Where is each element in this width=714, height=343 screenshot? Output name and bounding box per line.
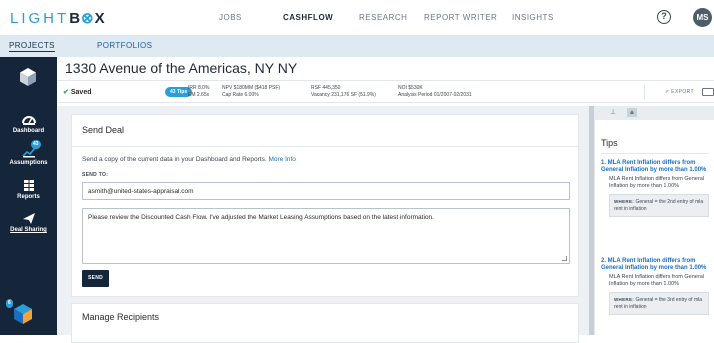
nav-research[interactable]: RESEARCH bbox=[359, 13, 407, 22]
metric-cap-rate: Cap Rate 6.00% bbox=[222, 92, 259, 98]
project-header: 1330 Avenue of the Americas, NY NY ✔ Save… bbox=[57, 57, 714, 106]
metric-noi: NOI $530K bbox=[398, 85, 423, 91]
status-bar: ✔ Saved 43 Tips IRR 8.0% EM 2.65x NPV $18… bbox=[57, 80, 714, 103]
page-title: 1330 Avenue of the Americas, NY NY bbox=[65, 60, 298, 76]
avatar[interactable]: MS bbox=[693, 8, 712, 27]
reports-icon bbox=[23, 180, 34, 191]
help-icon[interactable]: ? bbox=[657, 10, 671, 24]
section-title: Send Deal bbox=[82, 125, 125, 135]
send-button[interactable]: SEND bbox=[82, 270, 109, 287]
metric-irr: IRR 8.0% bbox=[188, 85, 210, 91]
support-widget[interactable]: 6 bbox=[6, 299, 33, 326]
tip-heading[interactable]: 2. MLA Rent Inflation differs from Gener… bbox=[601, 258, 709, 272]
panel-toggle-icon[interactable] bbox=[702, 88, 714, 96]
send-deal-description: Send a copy of the current data in your … bbox=[82, 156, 296, 163]
more-info-link[interactable]: More Info bbox=[268, 156, 295, 163]
email-field[interactable]: asmith@united-states-appraisal.com bbox=[82, 182, 570, 200]
assumptions-badge: 43 bbox=[31, 140, 41, 149]
resize-handle-icon[interactable] bbox=[562, 256, 567, 261]
tips-title: Tips bbox=[601, 138, 618, 148]
nav-insights[interactable]: INSIGHTS bbox=[512, 13, 554, 22]
tab-projects[interactable]: PROJECTS bbox=[9, 41, 55, 50]
nav-jobs[interactable]: JOBS bbox=[219, 13, 242, 22]
tip-body: MLA Rent Inflation differs from General … bbox=[609, 176, 704, 189]
sidebar-item-assumptions[interactable]: Assumptions 43 bbox=[0, 140, 57, 166]
support-badge: 6 bbox=[6, 299, 13, 308]
send-deal-panel: Send Deal Send a copy of the current dat… bbox=[71, 114, 580, 297]
divider bbox=[72, 146, 580, 147]
sub-nav: PROJECTS PORTFOLIOS bbox=[0, 36, 714, 57]
sidebar: Dashboard Assumptions 43 Reports Deal Sh… bbox=[0, 57, 57, 335]
sidebar-label: Deal Sharing bbox=[10, 227, 47, 233]
sidebar-label: Reports bbox=[17, 194, 40, 200]
sidebar-item-reports[interactable]: Reports bbox=[0, 178, 57, 200]
divider bbox=[601, 153, 709, 154]
sidebar-item-deal-sharing[interactable]: Deal Sharing bbox=[0, 211, 57, 233]
sidebar-label: Dashboard bbox=[12, 128, 45, 134]
metric-npv: NPV $180MM ($418 PSF) bbox=[222, 85, 281, 91]
saved-status: ✔ Saved bbox=[63, 89, 92, 96]
tips-toolbar: ⊥ ▲ bbox=[594, 106, 714, 120]
top-nav: LIGHTB⊗X JOBS CASHFLOW RESEARCH REPORT W… bbox=[0, 0, 714, 36]
gauge-icon bbox=[21, 116, 36, 125]
tips-view-icon[interactable]: ▲ bbox=[627, 108, 637, 117]
tip-where: WHERE: General = the 2nd entry of mla re… bbox=[609, 194, 709, 217]
check-icon: ✔ bbox=[63, 89, 69, 96]
nav-cashflow[interactable]: CASHFLOW bbox=[283, 13, 333, 22]
cube-logo-icon[interactable] bbox=[18, 67, 38, 87]
section-title: Manage Recipients bbox=[82, 312, 160, 322]
export-button[interactable]: ⇗ EXPORT bbox=[644, 85, 696, 100]
app-logo[interactable]: LIGHTB⊗X bbox=[10, 9, 106, 27]
tip-heading[interactable]: 1. MLA Rent Inflation differs from Gener… bbox=[601, 160, 709, 174]
send-to-label: SEND TO: bbox=[82, 172, 109, 178]
nav-report-writer[interactable]: REPORT WRITER bbox=[424, 13, 497, 22]
chart-view-icon[interactable]: ⊥ bbox=[608, 108, 618, 117]
metric-em: EM 2.65x bbox=[188, 92, 210, 98]
tab-portfolios[interactable]: PORTFOLIOS bbox=[97, 41, 152, 50]
metric-rsf: RSF 445,350 bbox=[311, 85, 341, 91]
message-textarea[interactable]: Please review the Discounted Cash Flow. … bbox=[82, 208, 570, 264]
tip-where: WHERE: General = the 3rd entry of mla re… bbox=[609, 292, 709, 315]
tips-panel: Tips 1. MLA Rent Inflation differs from … bbox=[594, 120, 714, 335]
manage-recipients-panel: Manage Recipients bbox=[71, 303, 579, 343]
sidebar-label: Assumptions bbox=[9, 160, 48, 166]
send-icon bbox=[22, 213, 35, 224]
tip-item[interactable]: 1. MLA Rent Inflation differs from Gener… bbox=[601, 160, 709, 217]
logo-box-icon: ⊗ bbox=[81, 10, 95, 27]
metric-analysis-period: Analysis Period 01/2007-02/2031 bbox=[398, 92, 472, 98]
tip-body: MLA Rent Inflation differs from General … bbox=[609, 274, 704, 287]
sidebar-item-dashboard[interactable]: Dashboard bbox=[0, 112, 57, 134]
metric-vacancy: Vacancy 231,176 SF (51.9%) bbox=[311, 92, 376, 98]
tip-item[interactable]: 2. MLA Rent Inflation differs from Gener… bbox=[601, 258, 709, 315]
